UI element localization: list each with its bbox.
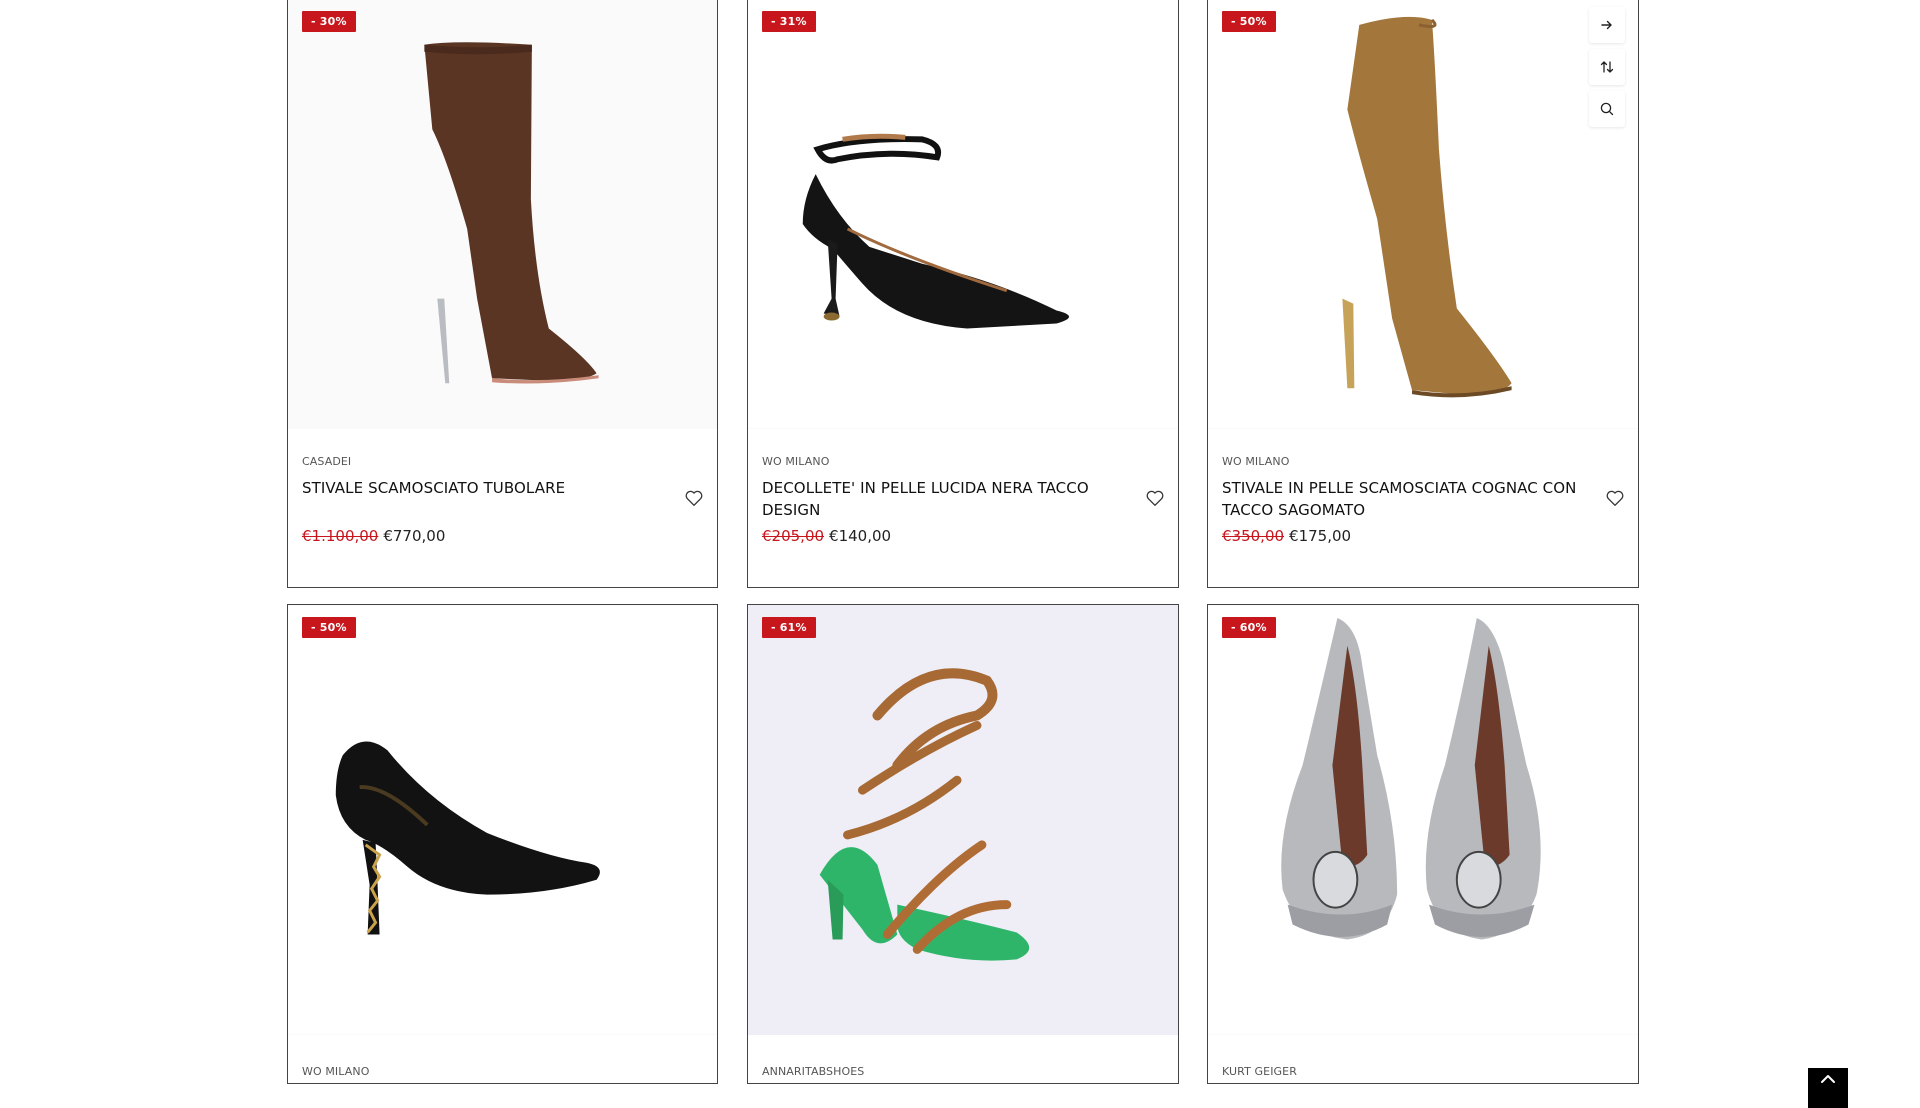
price-original: €1.100,00 [302, 527, 379, 545]
product-brand[interactable]: KURT GEIGER [1222, 1065, 1297, 1078]
product-card[interactable]: - 30% CASADEI STIVALE SCAMOSCIATO TUBOLA… [287, 0, 718, 588]
product-name[interactable]: DECOLLETE' IN PELLE LUCIDA NERA TACCO DE… [762, 477, 1132, 521]
product-brand[interactable]: WO MILANO [302, 1065, 369, 1078]
scroll-to-top-button[interactable] [1808, 1068, 1848, 1108]
brown-suede-boot-image [288, 0, 717, 429]
product-card[interactable]: - 50% WO MILANO [287, 604, 718, 1084]
heart-icon[interactable] [1604, 487, 1626, 509]
arrow-right-icon [1601, 20, 1612, 30]
compare-arrows-icon [1600, 61, 1614, 73]
compare-button[interactable] [1589, 49, 1625, 85]
product-brand[interactable]: ANNARITABSHOES [762, 1065, 864, 1078]
product-image[interactable] [288, 0, 717, 429]
quick-view-button[interactable] [1589, 91, 1625, 127]
product-card[interactable]: - 60% KURT GEIGER [1207, 604, 1639, 1084]
price-sale: €175,00 [1289, 527, 1352, 545]
product-card[interactable]: - 61% ANNARITABSHOES [747, 604, 1179, 1084]
product-brand[interactable]: WO MILANO [1222, 455, 1289, 468]
discount-badge: - 50% [1222, 11, 1276, 32]
price-sale: €140,00 [829, 527, 892, 545]
discount-badge: - 50% [302, 617, 356, 638]
price-sale: €770,00 [383, 527, 446, 545]
product-brand[interactable]: CASADEI [302, 455, 351, 468]
green-lace-up-sandal-image [748, 605, 1178, 1035]
price-original: €205,00 [762, 527, 825, 545]
product-action-stack [1589, 7, 1625, 127]
heart-icon[interactable] [683, 487, 705, 509]
product-image[interactable] [748, 0, 1178, 429]
price-original: €350,00 [1222, 527, 1285, 545]
discount-badge: - 60% [1222, 617, 1276, 638]
product-name[interactable]: STIVALE SCAMOSCIATO TUBOLARE [302, 477, 672, 499]
heart-icon[interactable] [1144, 487, 1166, 509]
silver-peep-toe-pumps-image [1208, 605, 1638, 1035]
product-image[interactable] [1208, 0, 1638, 429]
product-image[interactable] [748, 605, 1178, 1035]
discount-badge: - 30% [302, 11, 356, 32]
cognac-suede-boot-image [1208, 0, 1638, 429]
product-grid: - 30% CASADEI STIVALE SCAMOSCIATO TUBOLA… [0, 0, 1920, 1108]
product-brand[interactable]: WO MILANO [762, 455, 829, 468]
product-name[interactable]: STIVALE IN PELLE SCAMOSCIATA COGNAC CON … [1222, 477, 1592, 521]
discount-badge: - 61% [762, 617, 816, 638]
product-card[interactable]: - 50% WO MILANO STIVALE IN PELLE SCAMOSC… [1207, 0, 1639, 588]
product-image[interactable] [288, 605, 717, 1035]
discount-badge: - 31% [762, 11, 816, 32]
product-prices: €205,00 €140,00 [762, 526, 891, 546]
quick-view-search-icon [1600, 102, 1614, 116]
chevron-up-icon [1821, 1075, 1835, 1083]
product-card[interactable]: - 31% WO MILANO DECOLLETE' IN PELLE LUCI… [747, 0, 1179, 588]
product-prices: €1.100,00 €770,00 [302, 526, 445, 546]
product-image[interactable] [1208, 605, 1638, 1035]
black-leather-pump-image [288, 605, 717, 1035]
next-image-button[interactable] [1589, 7, 1625, 43]
product-prices: €350,00 €175,00 [1222, 526, 1351, 546]
black-patent-pump-image [748, 0, 1178, 429]
